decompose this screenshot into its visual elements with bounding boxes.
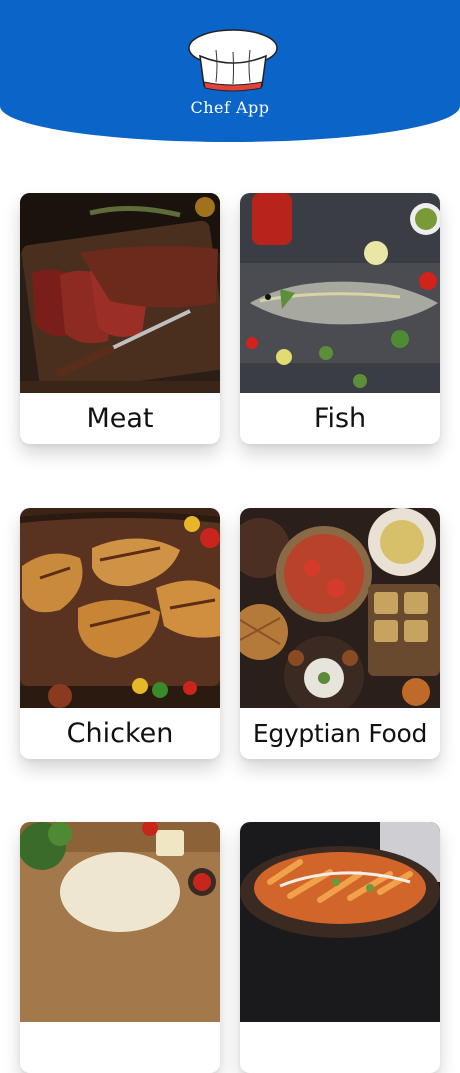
category-card-pasta[interactable] (240, 822, 440, 1073)
app-header: Chef App (0, 0, 460, 142)
category-card-dough[interactable] (20, 822, 220, 1073)
pasta-photo (240, 822, 440, 1022)
fish-photo (240, 193, 440, 393)
app-title: Chef App (190, 98, 270, 117)
pizza-dough-photo (20, 822, 220, 1022)
category-label: Chicken (66, 718, 174, 749)
grilled-chicken-photo (20, 508, 220, 708)
category-card-meat[interactable]: Meat (20, 193, 220, 444)
category-label: Meat (86, 403, 154, 434)
category-label (240, 1022, 440, 1073)
steak-photo (20, 193, 220, 393)
category-label (20, 1022, 220, 1073)
category-label: Egyptian Food (252, 719, 428, 748)
category-card-egyptian-food[interactable]: Egyptian Food (240, 508, 440, 759)
category-label: Fish (313, 403, 367, 434)
category-card-chicken[interactable]: Chicken (20, 508, 220, 759)
chef-hat-icon (188, 29, 278, 92)
category-card-fish[interactable]: Fish (240, 193, 440, 444)
egyptian-food-photo (240, 508, 440, 708)
